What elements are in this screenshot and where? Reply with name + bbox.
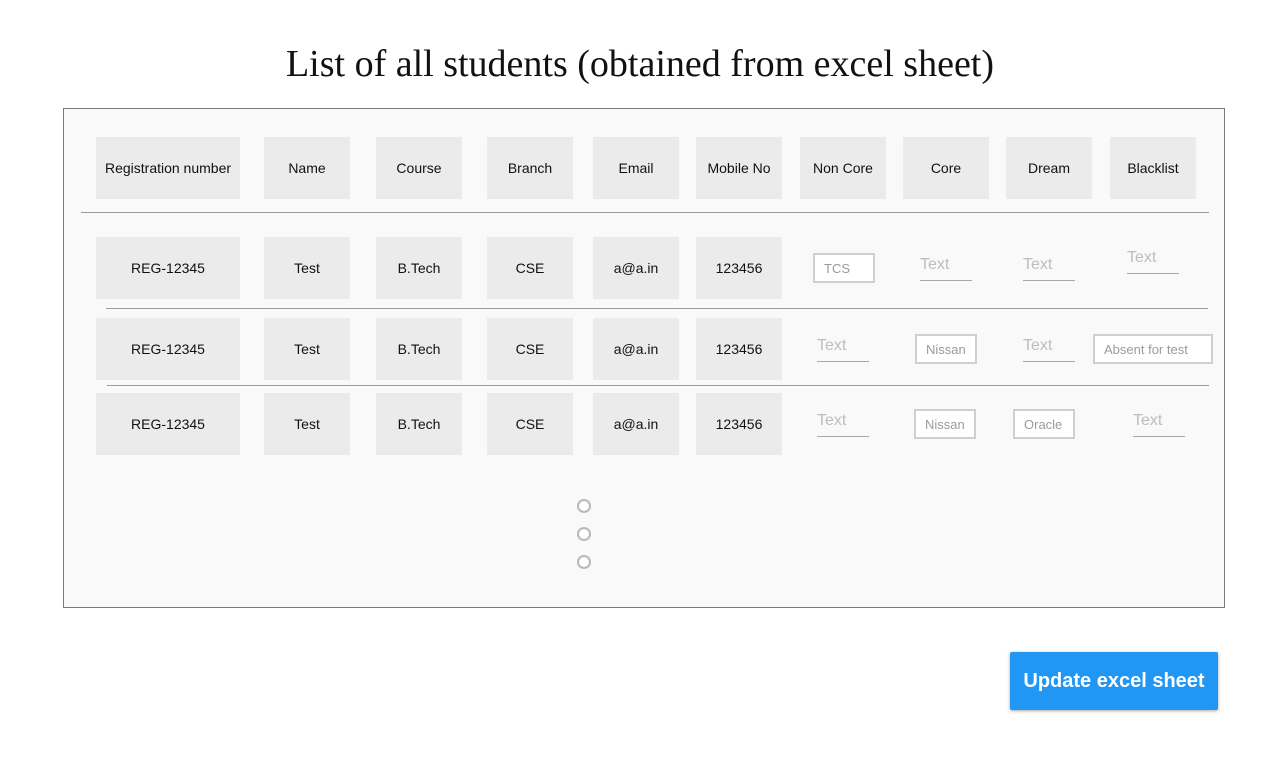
branch-cell: CSE [487,237,573,299]
course-cell: B.Tech [376,393,462,455]
branch-cell: CSE [487,318,573,380]
registration-cell: REG-12345 [96,237,240,299]
header-core: Core [903,137,989,199]
more-indicator-dot[interactable] [577,555,591,569]
mobile-cell: 123456 [696,318,782,380]
more-indicator-dot[interactable] [577,499,591,513]
header-name: Name [264,137,350,199]
dream-input[interactable] [1023,334,1075,362]
students-table-panel: Registration number Name Course Branch E… [63,108,1225,608]
core-input[interactable] [920,253,972,281]
row-divider [106,308,1208,309]
blacklist-input[interactable] [1133,409,1185,437]
email-cell: a@a.in [593,393,679,455]
header-non-core: Non Core [800,137,886,199]
branch-cell: CSE [487,393,573,455]
core-input[interactable]: Nissan [914,409,976,439]
header-mobile-no: Mobile No [696,137,782,199]
email-cell: a@a.in [593,318,679,380]
header-blacklist: Blacklist [1110,137,1196,199]
dream-input[interactable]: Oracle [1013,409,1075,439]
registration-cell: REG-12345 [96,393,240,455]
non-core-input[interactable]: TCS [813,253,875,283]
name-cell: Test [264,393,350,455]
header-course: Course [376,137,462,199]
name-cell: Test [264,318,350,380]
course-cell: B.Tech [376,318,462,380]
dream-input[interactable] [1023,253,1075,281]
more-indicator-dot[interactable] [577,527,591,541]
mobile-cell: 123456 [696,393,782,455]
row-divider [107,385,1209,386]
name-cell: Test [264,237,350,299]
header-dream: Dream [1006,137,1092,199]
header-registration-number: Registration number [96,137,240,199]
page-title: List of all students (obtained from exce… [285,43,995,85]
blacklist-input[interactable]: Absent for test [1093,334,1213,364]
registration-cell: REG-12345 [96,318,240,380]
core-input[interactable]: Nissan [915,334,977,364]
header-branch: Branch [487,137,573,199]
header-divider [81,212,1209,213]
update-excel-sheet-button[interactable]: Update excel sheet [1010,652,1218,710]
email-cell: a@a.in [593,237,679,299]
non-core-input[interactable] [817,334,869,362]
course-cell: B.Tech [376,237,462,299]
header-email: Email [593,137,679,199]
non-core-input[interactable] [817,409,869,437]
mobile-cell: 123456 [696,237,782,299]
blacklist-input[interactable] [1127,246,1179,274]
